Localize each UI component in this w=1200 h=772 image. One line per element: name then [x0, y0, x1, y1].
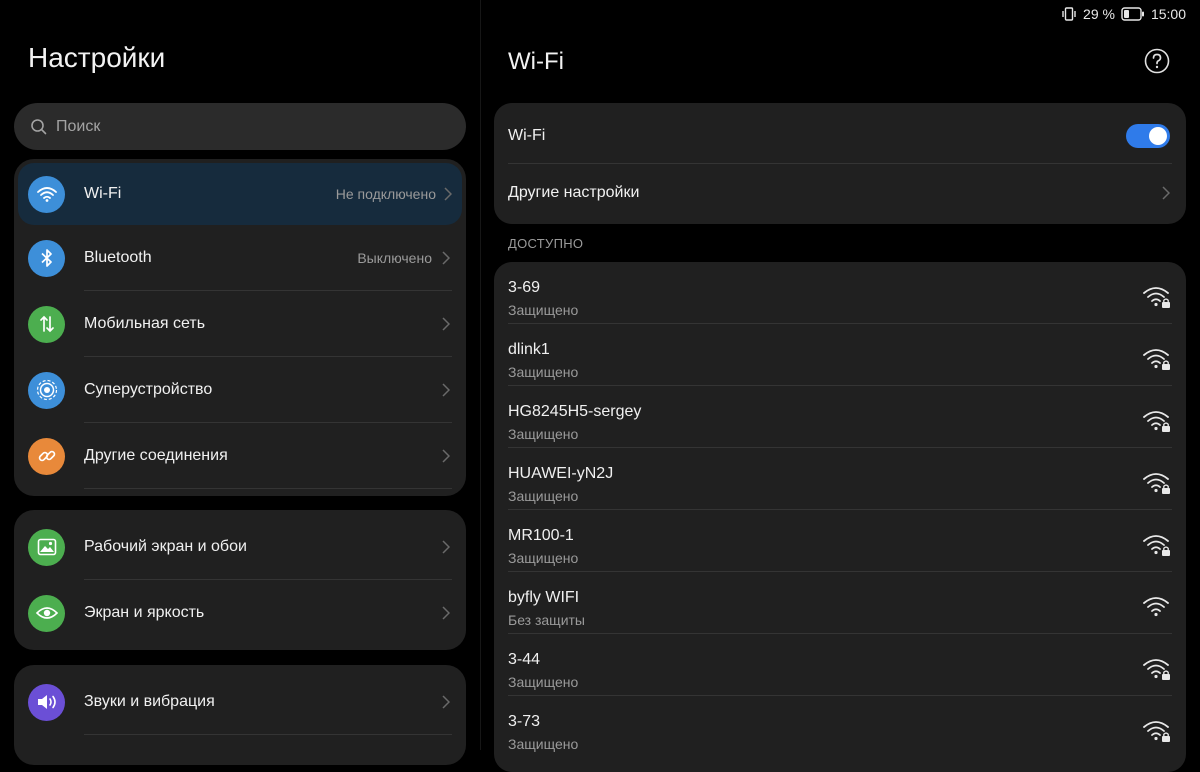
network-row[interactable]: 3-44 Защищено	[494, 634, 1186, 696]
sidebar-item-sounds[interactable]: Звуки и вибрация	[14, 669, 466, 735]
mobile-network-icon	[28, 305, 65, 343]
wifi-lock-icon	[1143, 721, 1170, 742]
wifi-settings-card: Wi-Fi Другие настройки	[494, 103, 1186, 224]
search-bar[interactable]: Поиск	[14, 103, 466, 150]
network-security: Защищено	[508, 426, 579, 442]
chevron-right-icon	[442, 540, 450, 554]
wallpaper-icon	[28, 528, 65, 566]
sidebar-item-label: Экран и яркость	[84, 604, 205, 621]
sidebar-item-label: Wi-Fi	[84, 185, 122, 202]
network-name: HUAWEI-yN2J	[508, 465, 614, 482]
network-row[interactable]: HUAWEI-yN2J Защищено	[494, 448, 1186, 510]
search-icon	[31, 118, 47, 134]
wifi-toggle-label: Wi-Fi	[508, 126, 546, 144]
bluetooth-icon	[28, 239, 65, 277]
network-security: Защищено	[508, 550, 579, 566]
battery-percent: 29 %	[1083, 6, 1115, 22]
network-row[interactable]: 3-73 Защищено	[494, 696, 1186, 758]
sidebar-item-value: Выключено	[357, 250, 432, 266]
row-divider	[84, 734, 452, 735]
row-divider	[84, 488, 452, 489]
network-name: 3-44	[508, 651, 541, 668]
display-group: Рабочий экран и обои Экран и яркость	[14, 510, 466, 650]
sound-group: Звуки и вибрация	[14, 665, 466, 765]
network-name: MR100-1	[508, 527, 574, 544]
network-security: Без защиты	[508, 612, 585, 628]
sidebar-item-display-brightness[interactable]: Экран и яркость	[14, 580, 466, 646]
wifi-lock-icon	[1143, 535, 1170, 556]
battery-icon	[1121, 7, 1144, 21]
sidebar-item-bluetooth[interactable]: Bluetooth Выключено	[14, 225, 466, 291]
sidebar-item-wifi[interactable]: Wi-Fi Не подключено	[18, 163, 462, 225]
wifi-lock-icon	[1143, 411, 1170, 432]
wifi-lock-icon	[1143, 473, 1170, 494]
network-name: byfly WIFI	[508, 589, 580, 606]
chevron-right-icon	[442, 317, 450, 331]
detail-title: Wi-Fi	[508, 48, 564, 75]
wifi-toggle[interactable]	[1126, 123, 1170, 148]
available-header: ДОСТУПНО	[508, 236, 584, 251]
toggle-knob	[1149, 126, 1167, 145]
network-name: 3-73	[508, 713, 541, 730]
network-row[interactable]: dlink1 Защищено	[494, 324, 1186, 386]
sidebar-item-label: Мобильная сеть	[84, 315, 206, 332]
sidebar-item-superdevice[interactable]: Суперустройство	[14, 357, 466, 423]
eye-icon	[28, 594, 65, 632]
sidebar-item-mobile-network[interactable]: Мобильная сеть	[14, 291, 466, 357]
sidebar-item-other-connections[interactable]: Другие соединения	[14, 423, 466, 489]
chevron-right-icon	[442, 606, 450, 620]
chevron-right-icon	[442, 251, 450, 265]
network-list: 3-69 Защищено dlink1 Защищено HG8245H5-serge…	[494, 262, 1186, 772]
sidebar-item-value: Не подключено	[335, 186, 436, 202]
speaker-icon	[28, 683, 65, 721]
wifi-icon	[28, 175, 65, 213]
sidebar-item-label: Bluetooth	[84, 249, 152, 266]
chevron-right-icon	[442, 383, 450, 397]
chevron-right-icon	[442, 695, 450, 709]
network-security: Защищено	[508, 488, 579, 504]
network-name: 3-69	[508, 279, 541, 296]
wifi-lock-icon	[1143, 287, 1170, 308]
clock: 15:00	[1150, 6, 1186, 22]
vibrate-icon	[1062, 7, 1076, 21]
network-security: Защищено	[508, 364, 579, 380]
network-security: Защищено	[508, 674, 579, 690]
network-row[interactable]: HG8245H5-sergey Защищено	[494, 386, 1186, 448]
sidebar-item-label: Другие соединения	[84, 447, 228, 464]
link-icon	[28, 437, 65, 475]
wifi-lock-icon	[1143, 659, 1170, 680]
other-settings-label: Другие настройки	[508, 183, 640, 201]
chevron-right-icon	[442, 449, 450, 463]
search-placeholder: Поиск	[56, 117, 101, 135]
other-settings-row[interactable]: Другие настройки	[494, 164, 1186, 221]
network-row[interactable]: MR100-1 Защищено	[494, 510, 1186, 572]
sidebar-item-label: Суперустройство	[84, 381, 213, 398]
network-name: dlink1	[508, 341, 550, 358]
wifi-signal-icon	[1143, 597, 1169, 617]
pane-divider	[480, 0, 481, 750]
page-title: Настройки	[28, 42, 166, 73]
chevron-right-icon	[444, 187, 452, 201]
connections-group: Wi-Fi Не подключено Bluetooth Выключено	[14, 159, 466, 496]
wifi-toggle-row[interactable]: Wi-Fi	[494, 107, 1186, 164]
wifi-lock-icon	[1143, 349, 1170, 370]
sidebar-item-label: Звуки и вибрация	[84, 693, 215, 710]
network-name: HG8245H5-sergey	[508, 403, 642, 420]
help-icon[interactable]	[1144, 48, 1170, 74]
sidebar-item-label: Рабочий экран и обои	[84, 538, 247, 555]
chevron-right-icon	[1162, 185, 1170, 200]
settings-pane: Настройки Поиск Wi-Fi Не подключено Blue…	[0, 0, 480, 765]
sidebar-item-home-screen[interactable]: Рабочий экран и обои	[14, 514, 466, 580]
network-row[interactable]: byfly WIFI Без защиты	[494, 572, 1186, 634]
network-security: Защищено	[508, 302, 579, 318]
status-bar: 29 % 15:00	[1061, 0, 1186, 28]
superdevice-icon	[28, 371, 65, 409]
network-row[interactable]: 3-69 Защищено	[494, 262, 1186, 324]
